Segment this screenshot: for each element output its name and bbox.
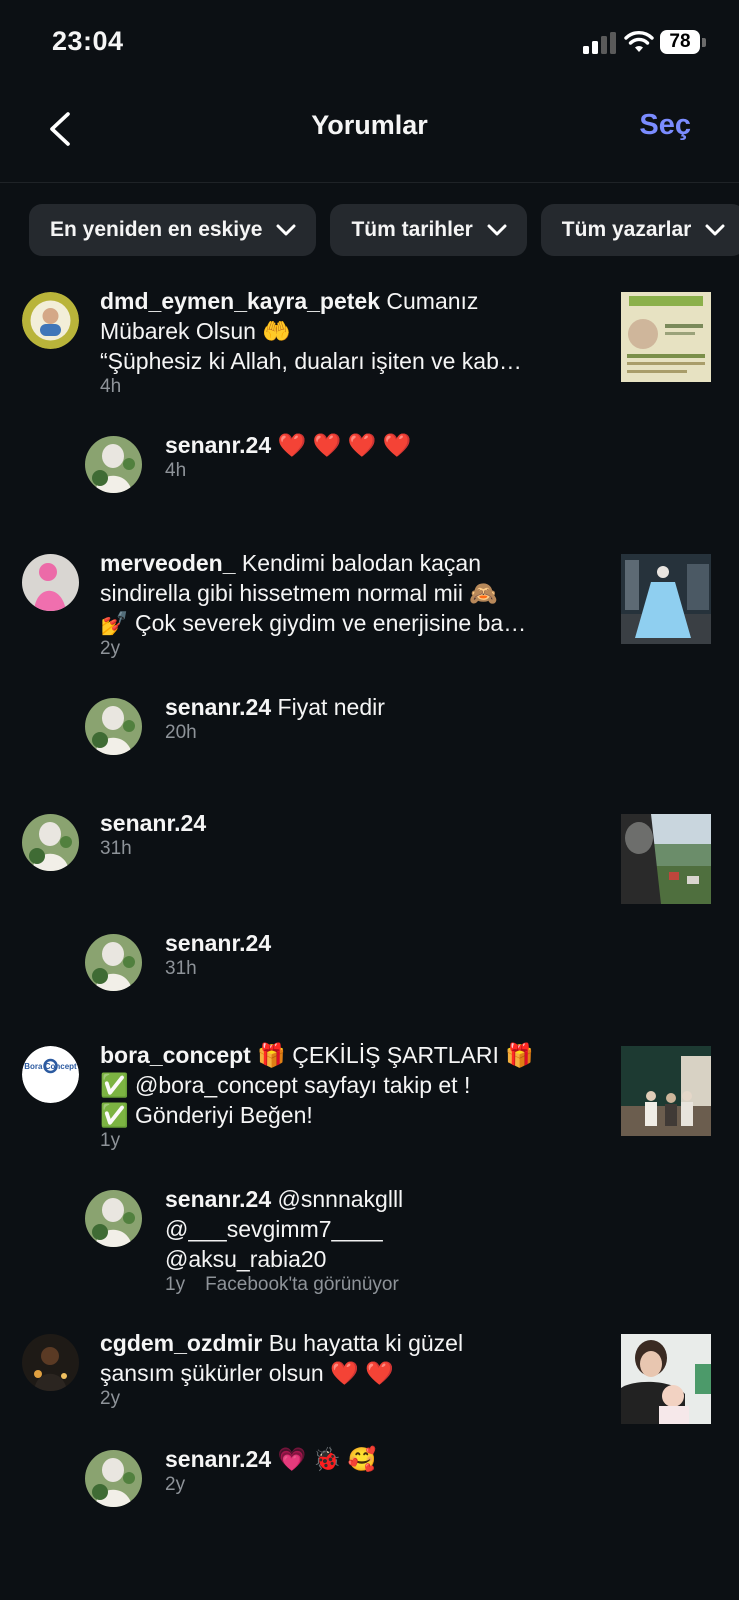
select-button[interactable]: Seç [639, 109, 691, 142]
post-thumbnail[interactable] [621, 1334, 711, 1424]
reply-text: senanr.24 Fiyat nedir [165, 692, 685, 722]
reply-username[interactable]: senanr.24 [165, 930, 271, 956]
date-filter-chip[interactable]: Tüm tarihler [330, 204, 527, 256]
wifi-icon [624, 31, 654, 52]
post-thumbnail[interactable] [621, 814, 711, 904]
comment-line-2: sindirella gibi hissetmem normal mii 🙈 [100, 580, 499, 606]
reply-username[interactable]: senanr.24 [165, 1446, 271, 1472]
reply-text: senanr.24 @snnnakglll @___sevgimm7____ @… [165, 1184, 685, 1274]
comment-line-2: Mübarek Olsun 🤲 [100, 318, 291, 344]
avatar[interactable] [85, 436, 142, 493]
avatar[interactable]: Bora Concept [22, 1046, 79, 1103]
comment-line-1: Bu hayatta ki güzel [268, 1330, 464, 1356]
reply-username[interactable]: senanr.24 [165, 432, 271, 458]
avatar[interactable] [85, 698, 142, 755]
sort-filter-label: En yeniden en eskiye [50, 218, 263, 241]
reply-line-1: 💗 🐞 🥰 [277, 1446, 377, 1472]
reply-line-1: ❤️ ❤️ ❤️ ❤️ [277, 432, 412, 458]
comment-line-1: 🎁 ÇEKİLİŞ ŞARTLARI 🎁 [257, 1042, 534, 1068]
status-time: 23:04 [52, 26, 124, 56]
comment-username[interactable]: cgdem_ozdmir [100, 1330, 262, 1356]
reply-time: 1y [165, 1274, 186, 1295]
comment-text: dmd_eymen_kayra_petek Cumanız Mübarek Ol… [100, 286, 578, 376]
comment-line-3: 💅 Çok severek giydim ve enerjisine ba… [100, 610, 527, 636]
reply-line-3: @aksu_rabia20 [165, 1246, 327, 1272]
page-title: Yorumlar [311, 110, 428, 140]
post-thumbnail[interactable] [621, 292, 711, 382]
header: Yorumlar Seç [0, 86, 739, 183]
reply-time: 4h [165, 460, 187, 481]
chevron-down-icon [487, 224, 507, 236]
cellular-signal-icon [583, 32, 616, 54]
comment-time: 1y [100, 1130, 121, 1151]
comment-line-1: Kendimi balodan kaçan [241, 550, 482, 576]
chevron-down-icon [276, 224, 296, 236]
comment-line-1: Cumanız [386, 288, 479, 314]
author-filter-label: Tüm yazarlar [561, 218, 692, 241]
comment-text: bora_concept 🎁 ÇEKİLİŞ ŞARTLARI 🎁 ✅ @bor… [100, 1040, 578, 1130]
comment-time: 2y [100, 638, 121, 659]
reply-time: 31h [165, 958, 197, 979]
avatar[interactable] [22, 814, 79, 871]
comment-text: cgdem_ozdmir Bu hayatta ki güzel şansım … [100, 1328, 578, 1388]
battery-level: 78 [660, 30, 700, 54]
comment-line-3: “Şüphesiz ki Allah, duaları işiten ve ka… [100, 348, 522, 374]
avatar[interactable] [85, 934, 142, 991]
reply-text: senanr.24 ❤️ ❤️ ❤️ ❤️ [165, 430, 685, 460]
reply-time: 2y [165, 1474, 186, 1495]
comment-line-2: şansım şükürler olsun ❤️ ❤️ [100, 1360, 394, 1386]
reply-line-1: Fiyat nedir [277, 694, 385, 720]
comment-time: 2y [100, 1388, 121, 1409]
reply-time: 20h [165, 722, 197, 743]
date-filter-label: Tüm tarihler [351, 218, 473, 241]
author-filter-chip[interactable]: Tüm yazarlar [540, 204, 739, 256]
comment-line-2: ✅ @bora_concept sayfayı takip et ! [100, 1072, 471, 1098]
reply-text: senanr.24 [165, 928, 685, 958]
filter-bar: En yeniden en eskiye Tüm tarihler Tüm ya… [29, 204, 739, 256]
comment-text: merveoden_ Kendimi balodan kaçan sindire… [100, 548, 578, 638]
reply-username[interactable]: senanr.24 [165, 1186, 271, 1212]
comment-time: 4h [100, 376, 122, 397]
reply-text: senanr.24 💗 🐞 🥰 [165, 1444, 685, 1474]
comment-time: 31h [100, 838, 132, 859]
comment-text: senanr.24 [100, 808, 578, 838]
comment-username[interactable]: senanr.24 [100, 810, 206, 836]
reply-username[interactable]: senanr.24 [165, 694, 271, 720]
post-thumbnail[interactable] [621, 1046, 711, 1136]
avatar[interactable] [22, 554, 79, 611]
comment-line-3: ✅ Gönderiyi Beğen! [100, 1102, 313, 1128]
reply-meta: 1y Facebook'ta görünüyor [165, 1274, 399, 1296]
avatar[interactable] [85, 1450, 142, 1507]
comment-username[interactable]: dmd_eymen_kayra_petek [100, 288, 380, 314]
reply-line-1: @snnnakglll [277, 1186, 404, 1212]
comment-username[interactable]: merveoden_ [100, 550, 236, 576]
comment-username[interactable]: bora_concept [100, 1042, 251, 1068]
reply-line-2: @___sevgimm7____ [165, 1216, 383, 1242]
avatar[interactable] [22, 292, 79, 349]
chevron-down-icon [705, 224, 725, 236]
avatar[interactable] [22, 1334, 79, 1391]
avatar[interactable] [85, 1190, 142, 1247]
facebook-visibility-label: Facebook'ta görünüyor [205, 1274, 399, 1295]
sort-filter-chip[interactable]: En yeniden en eskiye [29, 204, 317, 256]
status-bar: 23:04 78 [0, 0, 739, 86]
post-thumbnail[interactable] [621, 554, 711, 644]
battery-icon: 78 [660, 30, 706, 56]
avatar-text: Bora Concept [24, 1062, 77, 1071]
